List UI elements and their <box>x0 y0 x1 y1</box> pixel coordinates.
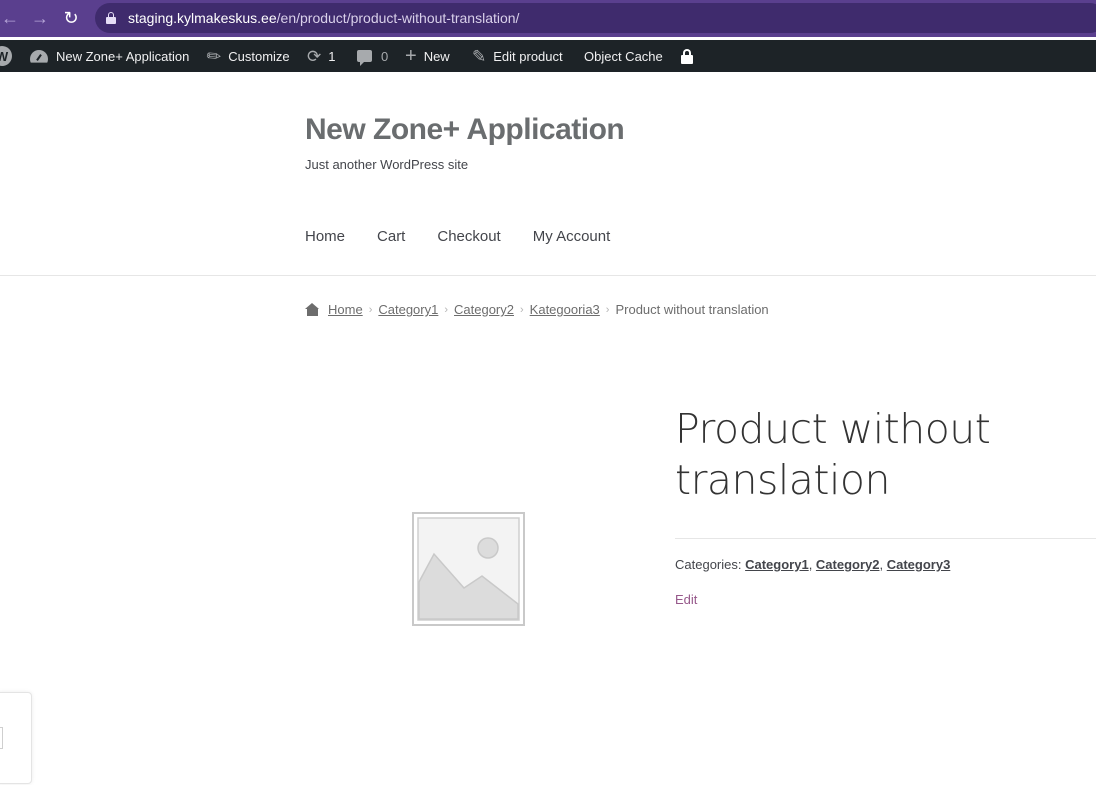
product-categories: Categories: Category1, Category2, Catego… <box>675 557 951 572</box>
breadcrumb-category2[interactable]: Category2 <box>454 302 514 317</box>
breadcrumb: Home › Category1 › Category2 › Kategoori… <box>305 302 769 317</box>
back-arrow-icon[interactable]: ← <box>0 8 20 28</box>
updates-count: 1 <box>328 48 336 64</box>
url-host: staging.kylmakeskus.ee <box>128 10 277 26</box>
address-bar[interactable]: staging.kylmakeskus.ee/en/product/produc… <box>95 3 1096 33</box>
paintbrush-icon: ✎ <box>202 44 226 68</box>
category-link-1[interactable]: Category1 <box>745 557 809 572</box>
breadcrumb-kategooria3[interactable]: Kategooria3 <box>530 302 600 317</box>
category-link-3[interactable]: Category3 <box>887 557 951 572</box>
header-divider <box>0 275 1096 276</box>
reload-icon[interactable]: ↻ <box>61 8 81 28</box>
browser-toolbar: ← → ↻ staging.kylmakeskus.ee/en/product/… <box>0 0 1096 37</box>
url-path: /en/product/product-without-translation/ <box>276 10 520 26</box>
updates-icon: ⟳ <box>307 46 322 66</box>
url-text[interactable]: staging.kylmakeskus.ee/en/product/produc… <box>128 10 519 26</box>
product-placeholder-image-icon[interactable] <box>412 512 525 626</box>
admin-bar-comments[interactable]: 0 <box>357 40 388 72</box>
breadcrumb-separator-icon: › <box>520 303 524 316</box>
admin-bar-updates[interactable]: ⟳ 1 <box>307 40 335 72</box>
nav-item-home[interactable]: Home <box>305 228 345 245</box>
categories-label: Categories: <box>675 557 742 572</box>
nav-item-cart[interactable]: Cart <box>377 228 405 245</box>
breadcrumb-separator-icon: › <box>444 303 449 316</box>
forward-arrow-icon[interactable]: → <box>30 8 50 28</box>
admin-bar-edit-product-label: Edit product <box>493 48 563 64</box>
admin-bar-new-label: New <box>423 48 450 64</box>
admin-bar-customize[interactable]: ✎ Customize <box>203 40 290 72</box>
site-tagline: Just another WordPress site <box>305 157 469 172</box>
floating-side-widget[interactable] <box>0 692 32 784</box>
widget-handle-icon <box>0 727 3 749</box>
comment-icon <box>357 50 372 66</box>
breadcrumb-category1[interactable]: Category1 <box>378 302 438 317</box>
plus-icon: + <box>405 44 417 67</box>
breadcrumb-home[interactable]: Home <box>328 302 363 317</box>
dashboard-icon <box>30 49 48 63</box>
admin-bar-lock[interactable] <box>681 40 693 72</box>
admin-bar-site-name[interactable]: New Zone+ Application <box>30 40 189 72</box>
admin-bar-site-name-label: New Zone+ Application <box>56 48 190 64</box>
padlock-icon <box>681 48 693 64</box>
wp-admin-bar: W New Zone+ Application ✎ Customize ⟳ 1 … <box>0 40 1096 72</box>
comments-count: 0 <box>381 48 389 64</box>
site-title[interactable]: New Zone+ Application <box>305 113 625 147</box>
home-icon <box>305 303 320 316</box>
admin-bar-edit-product[interactable]: ✎ Edit product <box>472 40 563 72</box>
nav-item-checkout[interactable]: Checkout <box>437 228 500 245</box>
nav-item-my-account[interactable]: My Account <box>533 228 611 245</box>
wordpress-logo-icon: W <box>0 46 12 66</box>
product-title: Product without translation <box>675 405 991 504</box>
edit-link[interactable]: Edit <box>675 592 697 607</box>
breadcrumb-separator-icon: › <box>368 303 373 316</box>
admin-bar-customize-label: Customize <box>228 48 290 64</box>
wordpress-logo-menu[interactable]: W <box>0 40 12 72</box>
admin-bar-object-cache[interactable]: Object Cache <box>584 40 663 72</box>
category-link-2[interactable]: Category2 <box>816 557 880 572</box>
pencil-icon: ✎ <box>472 46 487 66</box>
breadcrumb-current: Product without translation <box>615 302 769 317</box>
lock-icon[interactable] <box>106 12 116 24</box>
breadcrumb-separator-icon: › <box>605 303 610 316</box>
product-divider <box>675 538 1096 539</box>
admin-bar-object-cache-label: Object Cache <box>584 48 663 64</box>
primary-navigation: Home Cart Checkout My Account <box>305 228 642 245</box>
admin-bar-new[interactable]: + New <box>405 40 450 72</box>
